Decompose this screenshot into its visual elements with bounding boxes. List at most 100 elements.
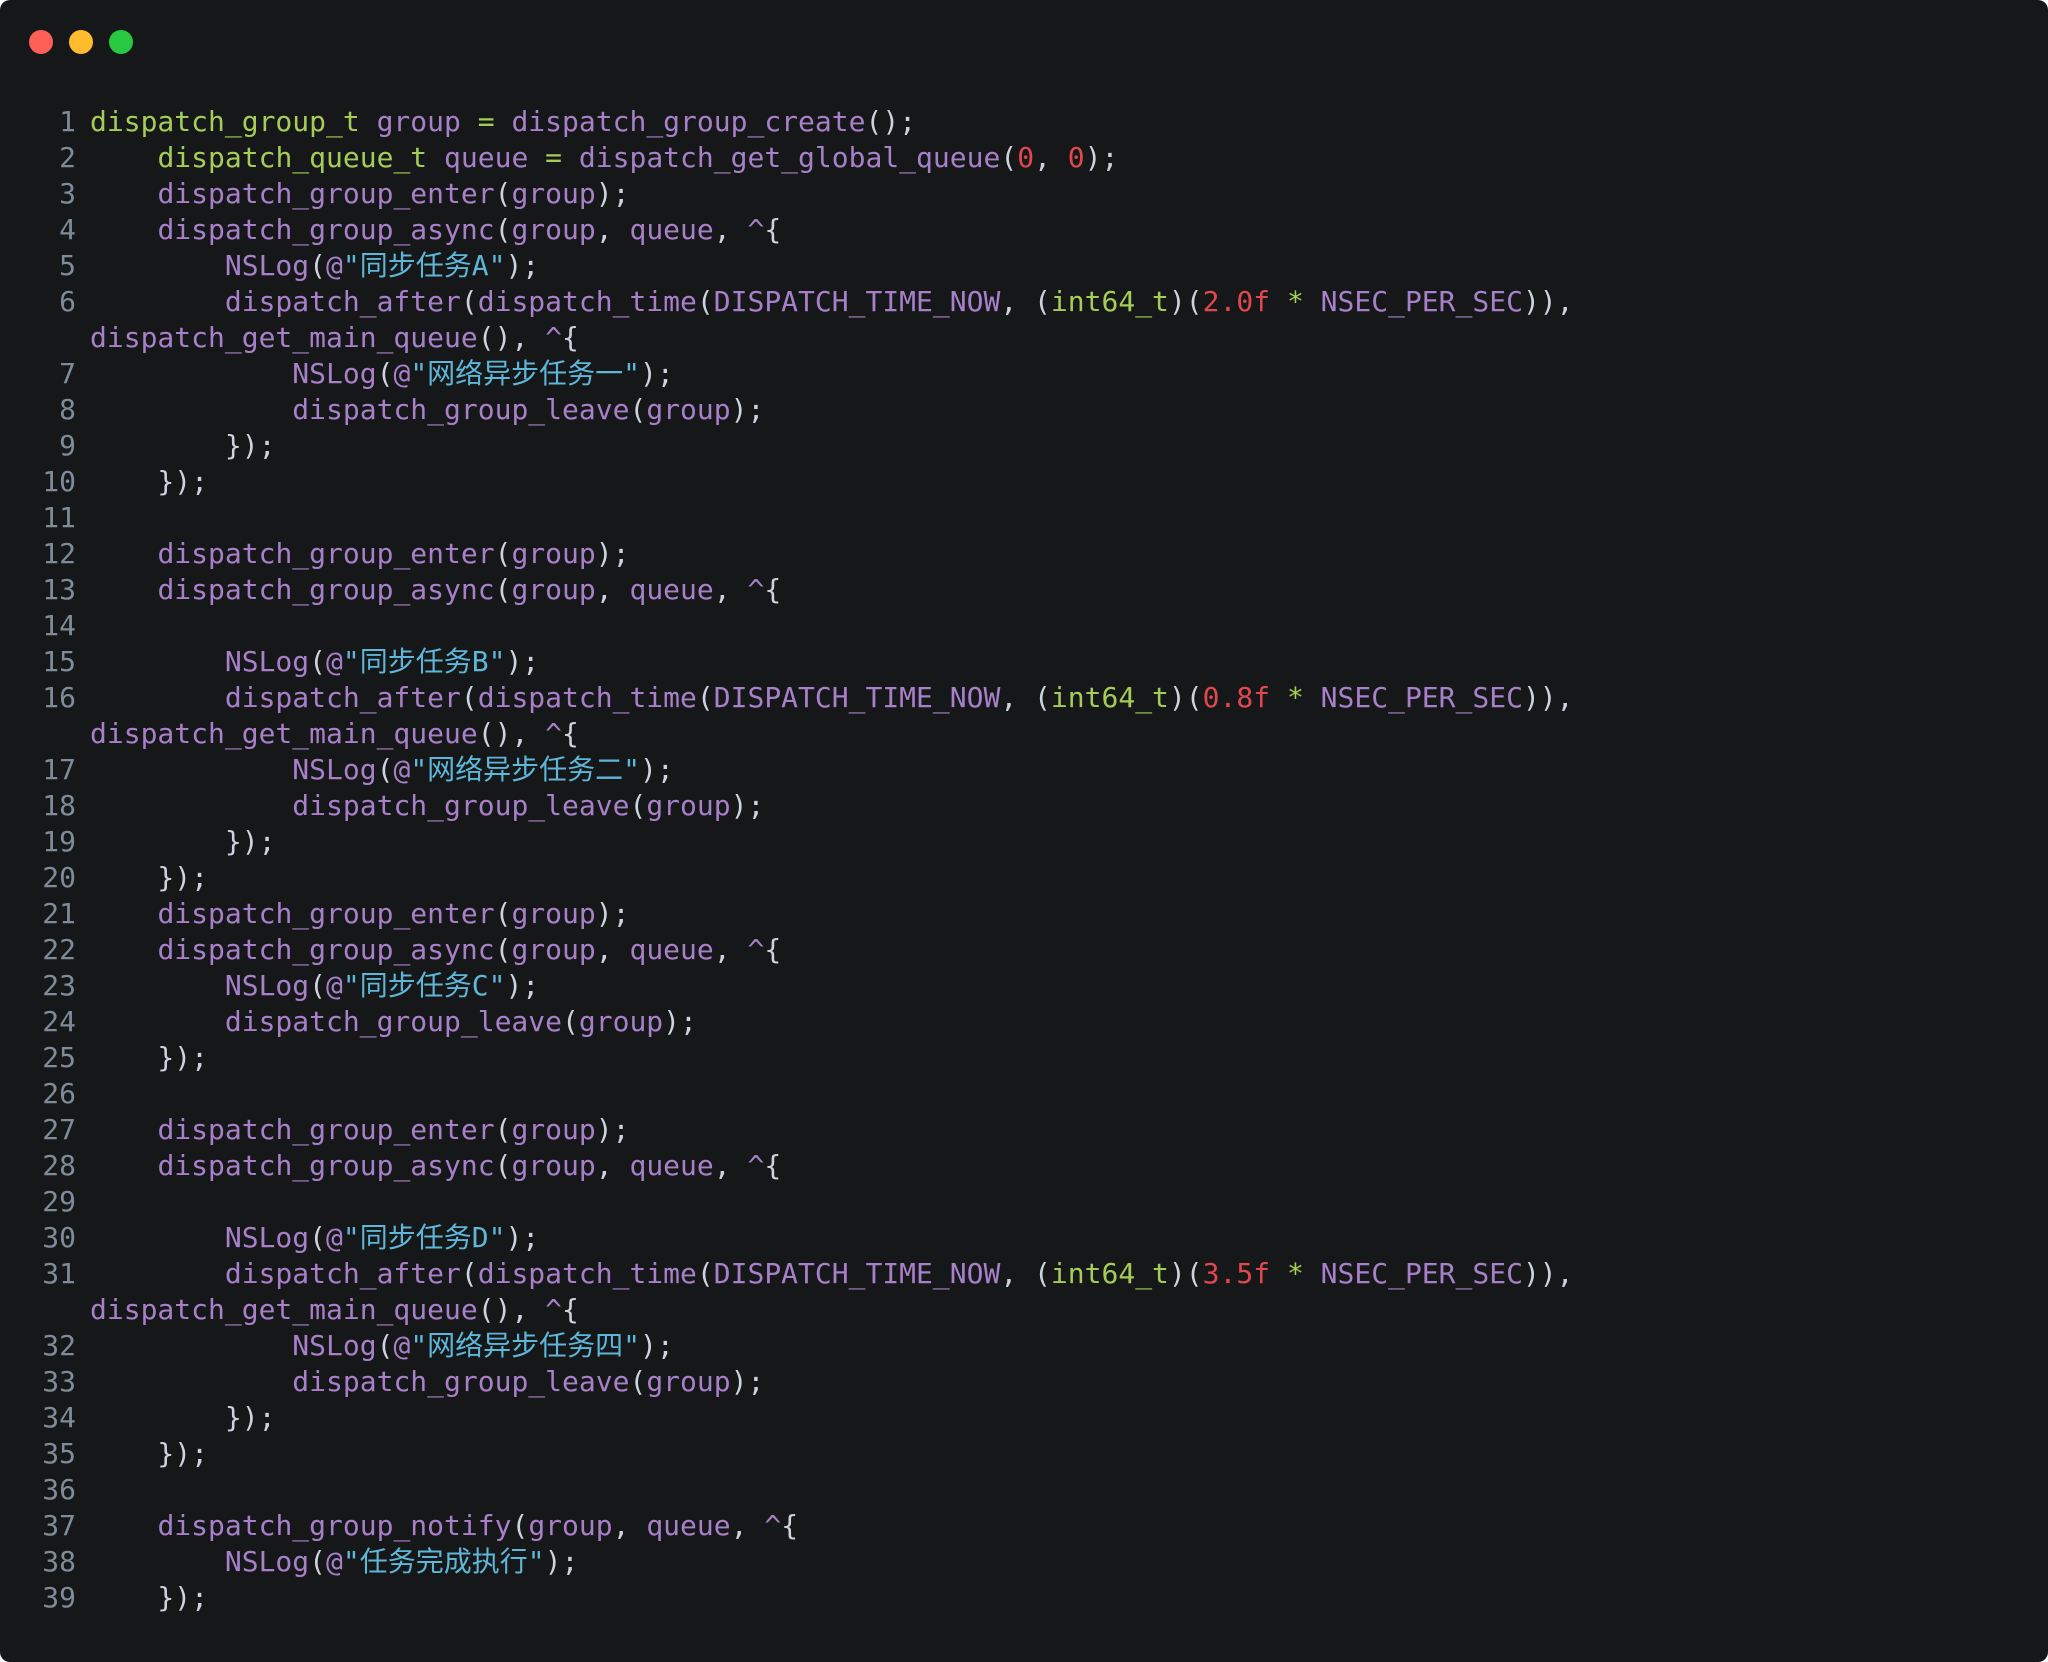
code-token: dispatch_after — [224, 285, 461, 318]
code-token: NSLog — [224, 969, 310, 1002]
line-code: dispatch_group_enter(group); — [90, 1112, 629, 1148]
code-line: 11 — [0, 500, 2048, 536]
code-token: dispatch_queue_t — [157, 141, 428, 174]
code-token: ( — [494, 177, 512, 210]
code-token: }); — [90, 1401, 276, 1434]
code-line: 37 dispatch_group_notify(group, queue, ^… — [0, 1508, 2048, 1544]
code-token: NSLog — [292, 357, 377, 390]
code-token: { — [764, 573, 782, 606]
code-token: )( — [1168, 285, 1203, 318]
code-token: , ( — [1000, 1257, 1051, 1290]
code-token: "网络异步任务四" — [410, 1329, 641, 1362]
code-token: @ — [393, 357, 411, 390]
code-token: , — [713, 933, 748, 966]
code-token: 2.0f — [1202, 285, 1271, 318]
code-token: ( — [309, 249, 327, 282]
line-code: dispatch_group_leave(group); — [90, 1004, 697, 1040]
code-line: 8 dispatch_group_leave(group); — [0, 392, 2048, 428]
code-line: 5 NSLog(@"同步任务A"); — [0, 248, 2048, 284]
code-token: }); — [90, 825, 276, 858]
code-token: ( — [629, 789, 647, 822]
line-code: dispatch_after(dispatch_time(DISPATCH_TI… — [90, 284, 1574, 320]
code-token: DISPATCH_TIME_NOW — [713, 285, 1001, 318]
code-token: group — [511, 1113, 596, 1146]
code-token: ); — [544, 1545, 579, 1578]
close-button[interactable] — [29, 30, 53, 54]
code-token: 0.8f — [1202, 681, 1271, 714]
code-token: ( — [494, 537, 512, 570]
line-number: 13 — [42, 573, 76, 606]
code-token: ( — [562, 1005, 579, 1038]
line-number: 4 — [59, 213, 76, 246]
line-code: dispatch_group_async(group, queue, ^{ — [90, 212, 781, 248]
code-line: 39 }); — [0, 1580, 2048, 1616]
code-token: group — [646, 1365, 731, 1398]
zoom-button[interactable] — [109, 30, 133, 54]
code-token: group — [511, 537, 596, 570]
code-token: @ — [326, 1221, 343, 1254]
code-token: ); — [595, 897, 630, 930]
code-line: 1 dispatch_group_t group = dispatch_group… — [0, 104, 2048, 140]
code-token: dispatch_time — [477, 285, 697, 318]
code-token: dispatch_after — [224, 681, 461, 714]
line-code: dispatch_after(dispatch_time(DISPATCH_TI… — [90, 1256, 1574, 1292]
line-code: dispatch_group_enter(group); — [90, 536, 629, 572]
line-code: }); — [90, 1580, 208, 1616]
code-token: dispatch_group_leave — [224, 1005, 563, 1038]
line-code: NSLog(@"网络异步任务一"); — [90, 356, 674, 392]
line-number: 10 — [42, 465, 76, 498]
line-code: dispatch_group_leave(group); — [90, 392, 764, 428]
code-token: { — [562, 321, 579, 354]
code-token: ); — [505, 249, 540, 282]
code-line: 4 dispatch_group_async(group, queue, ^{ — [0, 212, 2048, 248]
line-code: dispatch_after(dispatch_time(DISPATCH_TI… — [90, 680, 1574, 716]
code-token: dispatch_group_leave — [292, 789, 630, 822]
code-token: ( — [460, 285, 478, 318]
code-token: 0 — [1017, 141, 1035, 174]
code-token: ); — [505, 1221, 540, 1254]
code-token: )( — [1168, 681, 1203, 714]
code-token: ^ — [747, 213, 765, 246]
line-number: 18 — [42, 789, 76, 822]
code-token: { — [764, 213, 782, 246]
window-titlebar — [0, 0, 2048, 86]
code-token: "网络异步任务一" — [410, 357, 641, 390]
code-token: dispatch_get_main_queue — [90, 1293, 478, 1326]
code-token: "同步任务C" — [342, 969, 506, 1002]
code-token: ( — [494, 933, 512, 966]
code-token: ); — [640, 357, 674, 390]
line-number: 15 — [42, 645, 76, 678]
code-token: dispatch_time — [477, 1257, 697, 1290]
line-code: dispatch_get_main_queue(), ^{ — [90, 320, 579, 356]
line-code: dispatch_queue_t queue = dispatch_get_gl… — [90, 140, 1118, 176]
code-token: @ — [393, 1329, 411, 1362]
line-number: 16 — [42, 681, 76, 714]
line-code: NSLog(@"同步任务B"); — [90, 644, 539, 680]
code-token: dispatch_group_async — [157, 573, 495, 606]
minimize-button[interactable] — [69, 30, 93, 54]
code-token: { — [764, 933, 782, 966]
code-token: dispatch_group_t — [90, 105, 360, 138]
code-line: 24 dispatch_group_leave(group); — [0, 1004, 2048, 1040]
code-token: )), — [1522, 285, 1574, 318]
code-token: { — [562, 1293, 579, 1326]
code-token: }); — [90, 1041, 209, 1074]
code-token: (), — [477, 717, 546, 750]
code-token: , ( — [1000, 285, 1051, 318]
code-token: dispatch_group_async — [157, 213, 495, 246]
code-token: }); — [90, 429, 276, 462]
code-token: (), — [477, 1293, 546, 1326]
code-token: * — [1286, 681, 1304, 714]
code-line: 23 NSLog(@"同步任务C"); — [0, 968, 2048, 1004]
code-token: DISPATCH_TIME_NOW — [713, 681, 1001, 714]
line-code: dispatch_group_t group = dispatch_group_… — [90, 104, 916, 140]
line-code: dispatch_group_async(group, queue, ^{ — [90, 932, 781, 968]
code-line: 38 NSLog(@"任务完成执行"); — [0, 1544, 2048, 1580]
code-token: ); — [1084, 141, 1119, 174]
line-number: 31 — [42, 1257, 76, 1290]
